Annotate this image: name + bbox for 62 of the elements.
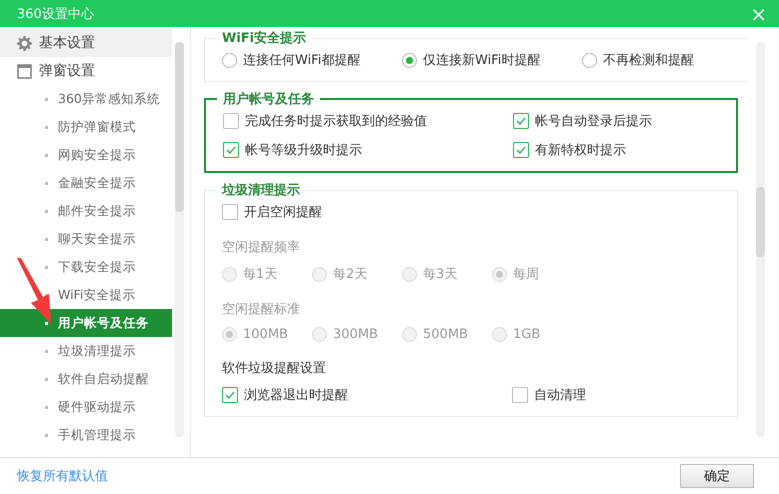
check-icon (516, 117, 526, 125)
radio-button[interactable] (222, 52, 237, 68)
option-label: 500MB (423, 327, 468, 342)
annotation-arrow (16, 258, 52, 324)
option-label: 每2天 (333, 266, 368, 283)
option-label: 自动清理 (534, 387, 586, 404)
checkbox[interactable] (513, 113, 529, 129)
category-label: 弹窗设置 (39, 62, 95, 80)
category-label: 基本设置 (39, 34, 95, 52)
radio-button[interactable] (582, 52, 597, 68)
sidebar-item[interactable]: 手机管理提示 (0, 421, 172, 449)
option-label: 连接任何WiFi都提醒 (243, 52, 360, 69)
sidebar-item[interactable]: 邮件安全提示 (0, 197, 172, 225)
window-title: 360设置中心 (17, 6, 94, 22)
option-label: 仅连接新WiFi时提醒 (423, 52, 540, 69)
option-label: 每周 (513, 266, 539, 283)
check-icon (226, 146, 236, 154)
option-label: 浏览器退出时提醒 (244, 387, 348, 404)
option-label: 有新特权时提示 (535, 142, 626, 159)
scrollbar[interactable] (756, 42, 765, 437)
option-label: 开启空闲提醒 (244, 204, 322, 221)
check-icon (516, 146, 526, 154)
check-icon (225, 391, 235, 399)
group-title: 用户帐号及任务 (222, 90, 315, 108)
option-label: 每3天 (423, 266, 458, 283)
checkbox[interactable] (222, 204, 238, 220)
sidebar-item[interactable]: 360异常感知系统 (0, 85, 172, 113)
sidebar-item[interactable]: 防护弹窗模式 (0, 113, 172, 141)
setting-label: 空闲提醒频率 (222, 239, 301, 256)
setting-label: 空闲提醒标准 (222, 301, 301, 318)
option-label: 完成任务时提示获取到的经验值 (245, 113, 427, 130)
checkbox[interactable] (222, 387, 238, 403)
scrollbar[interactable] (175, 42, 184, 437)
sidebar-item[interactable]: 下载安全提示 (0, 253, 172, 281)
checkbox[interactable] (223, 113, 239, 129)
option-label: 300MB (333, 327, 378, 342)
sidebar-item[interactable]: 聊天安全提示 (0, 225, 172, 253)
checkbox[interactable] (513, 142, 529, 158)
sidebar-category[interactable]: 弹窗设置 (0, 57, 172, 85)
ok-button[interactable]: 确定 (680, 464, 754, 488)
checkbox[interactable] (223, 142, 239, 158)
group-title: WiFi安全提示 (221, 30, 308, 47)
sidebar-category[interactable]: 基本设置 (0, 29, 172, 57)
restore-defaults-link[interactable]: 恢复所有默认值 (17, 467, 108, 485)
option-label: 帐号自动登录后提示 (535, 113, 652, 130)
checkbox[interactable] (512, 387, 528, 403)
option-label: 不再检测和提醒 (603, 52, 694, 69)
sidebar-item[interactable]: 软件自启动提醒 (0, 365, 172, 393)
radio-button[interactable] (402, 52, 417, 68)
option-label: 帐号等级升级时提示 (245, 142, 362, 159)
setting-label: 软件垃圾提醒设置 (222, 360, 327, 377)
option-label: 1GB (513, 327, 540, 342)
sidebar-item[interactable]: 垃圾清理提示 (0, 337, 172, 365)
window-icon (17, 64, 32, 78)
sidebar-item[interactable]: 金融安全提示 (0, 169, 172, 197)
sidebar-item[interactable]: 硬件驱动提示 (0, 393, 172, 421)
sidebar-item[interactable]: 网购安全提示 (0, 141, 172, 169)
option-label: 每1天 (243, 266, 278, 283)
gear-icon (17, 36, 32, 50)
option-label: 100MB (243, 327, 288, 342)
sidebar-item[interactable]: 用户帐号及任务 (0, 309, 172, 337)
group-title: 垃圾清理提示 (220, 182, 301, 199)
